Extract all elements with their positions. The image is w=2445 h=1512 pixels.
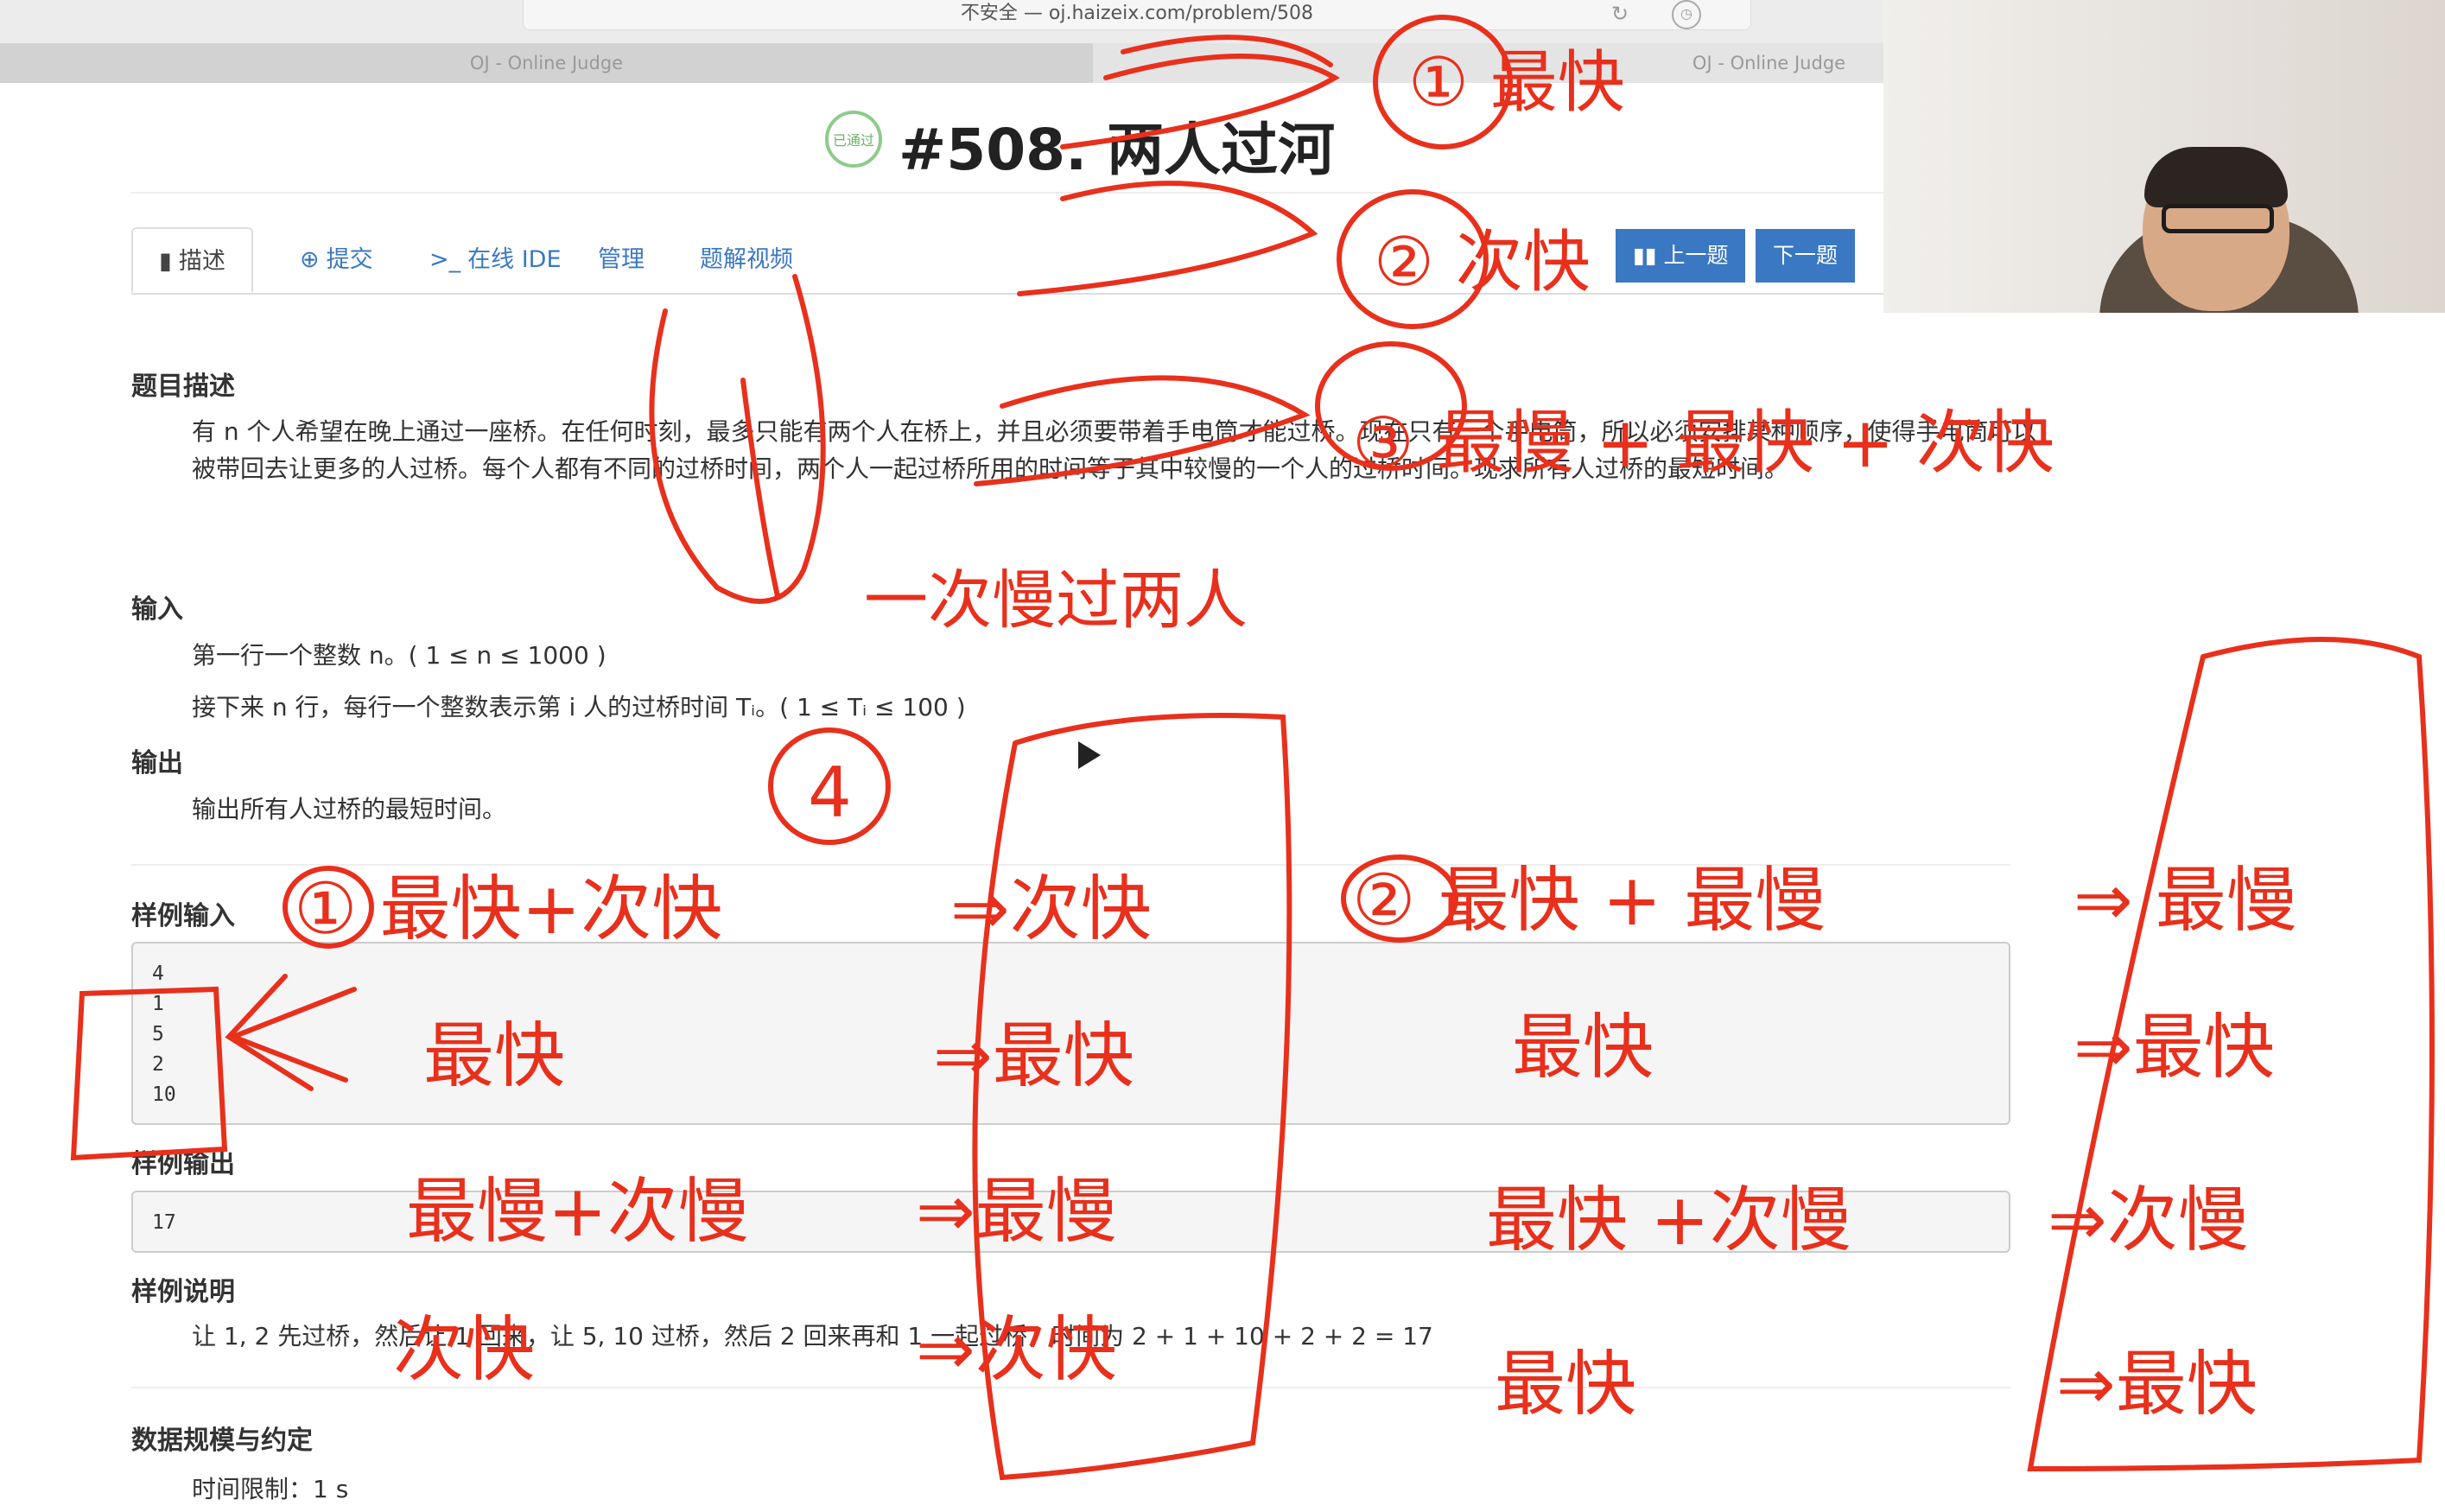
ink-arrow bbox=[1017, 181, 1318, 296]
ink-right-result: ⇒次慢 bbox=[2048, 1179, 2249, 1261]
ink-left-result: ⇒次快 bbox=[916, 1309, 1117, 1391]
ink-right-result: ⇒最快 bbox=[2073, 1007, 2275, 1089]
ink-annotation-layer: ① 最快 ② 次快 ③ 最慢 + 最快 + 次快 一次慢过两人 4 ① 最快+次… bbox=[70, 15, 2435, 1481]
ink-right-step: 最快 +次慢 bbox=[1486, 1179, 1851, 1261]
ink-arrow bbox=[225, 974, 357, 1091]
ink-left-result: ⇒最慢 bbox=[916, 1171, 1117, 1253]
ink-list-item-1: ① 最快 bbox=[1408, 44, 1625, 122]
ink-list-item-2: ② 次快 bbox=[1374, 224, 1591, 302]
ink-loop bbox=[649, 274, 826, 604]
ink-left-step: 最慢+次慢 bbox=[406, 1171, 749, 1253]
ink-right-result: ⇒ 最慢 bbox=[2073, 860, 2297, 942]
ink-left-result: ⇒最快 bbox=[933, 1015, 1134, 1097]
ink-list-item-3: ③ 最慢 + 最快 + 次快 bbox=[1352, 403, 2054, 483]
ink-circle-number: 4 bbox=[808, 753, 852, 833]
ink-box bbox=[70, 986, 228, 1161]
ink-note: 一次慢过两人 bbox=[864, 563, 1248, 638]
ink-right-result: ⇒最快 bbox=[2056, 1344, 2258, 1426]
ink-right-step: ② 最快 + 最慢 bbox=[1352, 860, 1826, 942]
ink-right-step: 最快 bbox=[1495, 1344, 1636, 1426]
ink-stroke bbox=[740, 378, 780, 599]
ink-left-step: 次快 bbox=[393, 1309, 535, 1391]
ink-right-step: 最快 bbox=[1512, 1007, 1654, 1089]
ink-left-step: ① 最快+次快 bbox=[294, 868, 722, 950]
ink-left-step: 最快 bbox=[423, 1015, 565, 1097]
ink-arrow bbox=[1060, 54, 1340, 149]
ink-left-result: ⇒次快 bbox=[950, 868, 1152, 950]
ink-arrow bbox=[974, 375, 1311, 486]
